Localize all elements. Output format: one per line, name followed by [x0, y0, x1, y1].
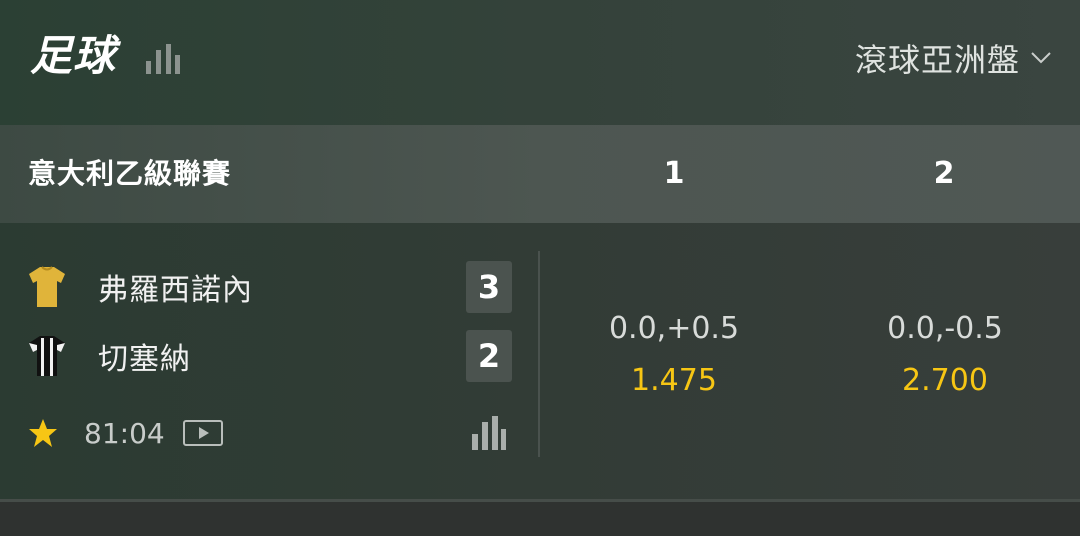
- away-score: 2: [466, 330, 512, 382]
- column-header-2: 2: [933, 156, 955, 191]
- column-header-1: 1: [663, 156, 685, 191]
- match-meta: 81:04: [28, 413, 223, 453]
- league-name: 意大利乙級聯賽: [28, 157, 232, 190]
- home-score: 3: [466, 261, 512, 313]
- yellow-jersey-icon: [29, 266, 65, 307]
- home-team: 弗羅西諾內: [28, 264, 253, 310]
- odds-cell-1[interactable]: 0.0,+0.5 1.475: [564, 309, 784, 403]
- play-video-icon[interactable]: [182, 420, 223, 446]
- next-row-area: [0, 502, 1080, 536]
- sport-title: 足球: [30, 31, 117, 80]
- away-team: 切塞納: [28, 333, 191, 379]
- odds-cell-2[interactable]: 0.0,-0.5 2.700: [835, 309, 1055, 403]
- chevron-down-icon: [1031, 52, 1051, 64]
- price-1: 1.475: [631, 363, 717, 398]
- home-team-name: 弗羅西諾內: [98, 273, 253, 308]
- match-row[interactable]: 弗羅西諾內 3 切塞納 2 81:04 0.0,+0.5 1.475 0.0,-…: [0, 223, 1080, 499]
- column-divider: [538, 251, 540, 457]
- match-clock: 81:04: [84, 416, 165, 450]
- black-white-jersey-icon: [29, 336, 65, 376]
- handicap-2: 0.0,-0.5: [887, 311, 1003, 346]
- market-selector-label: 滾球亞洲盤: [854, 41, 1020, 79]
- bar-chart-icon[interactable]: [472, 416, 506, 450]
- price-2: 2.700: [902, 363, 988, 398]
- away-team-name: 切塞納: [98, 342, 191, 377]
- league-header: 意大利乙級聯賽 1 2: [0, 125, 1080, 223]
- sport-header: 足球 滾球亞洲盤: [0, 0, 1080, 125]
- handicap-1: 0.0,+0.5: [608, 311, 740, 346]
- star-icon[interactable]: [28, 418, 58, 448]
- bar-chart-icon[interactable]: [146, 44, 180, 74]
- market-selector[interactable]: 滾球亞洲盤: [855, 36, 1052, 80]
